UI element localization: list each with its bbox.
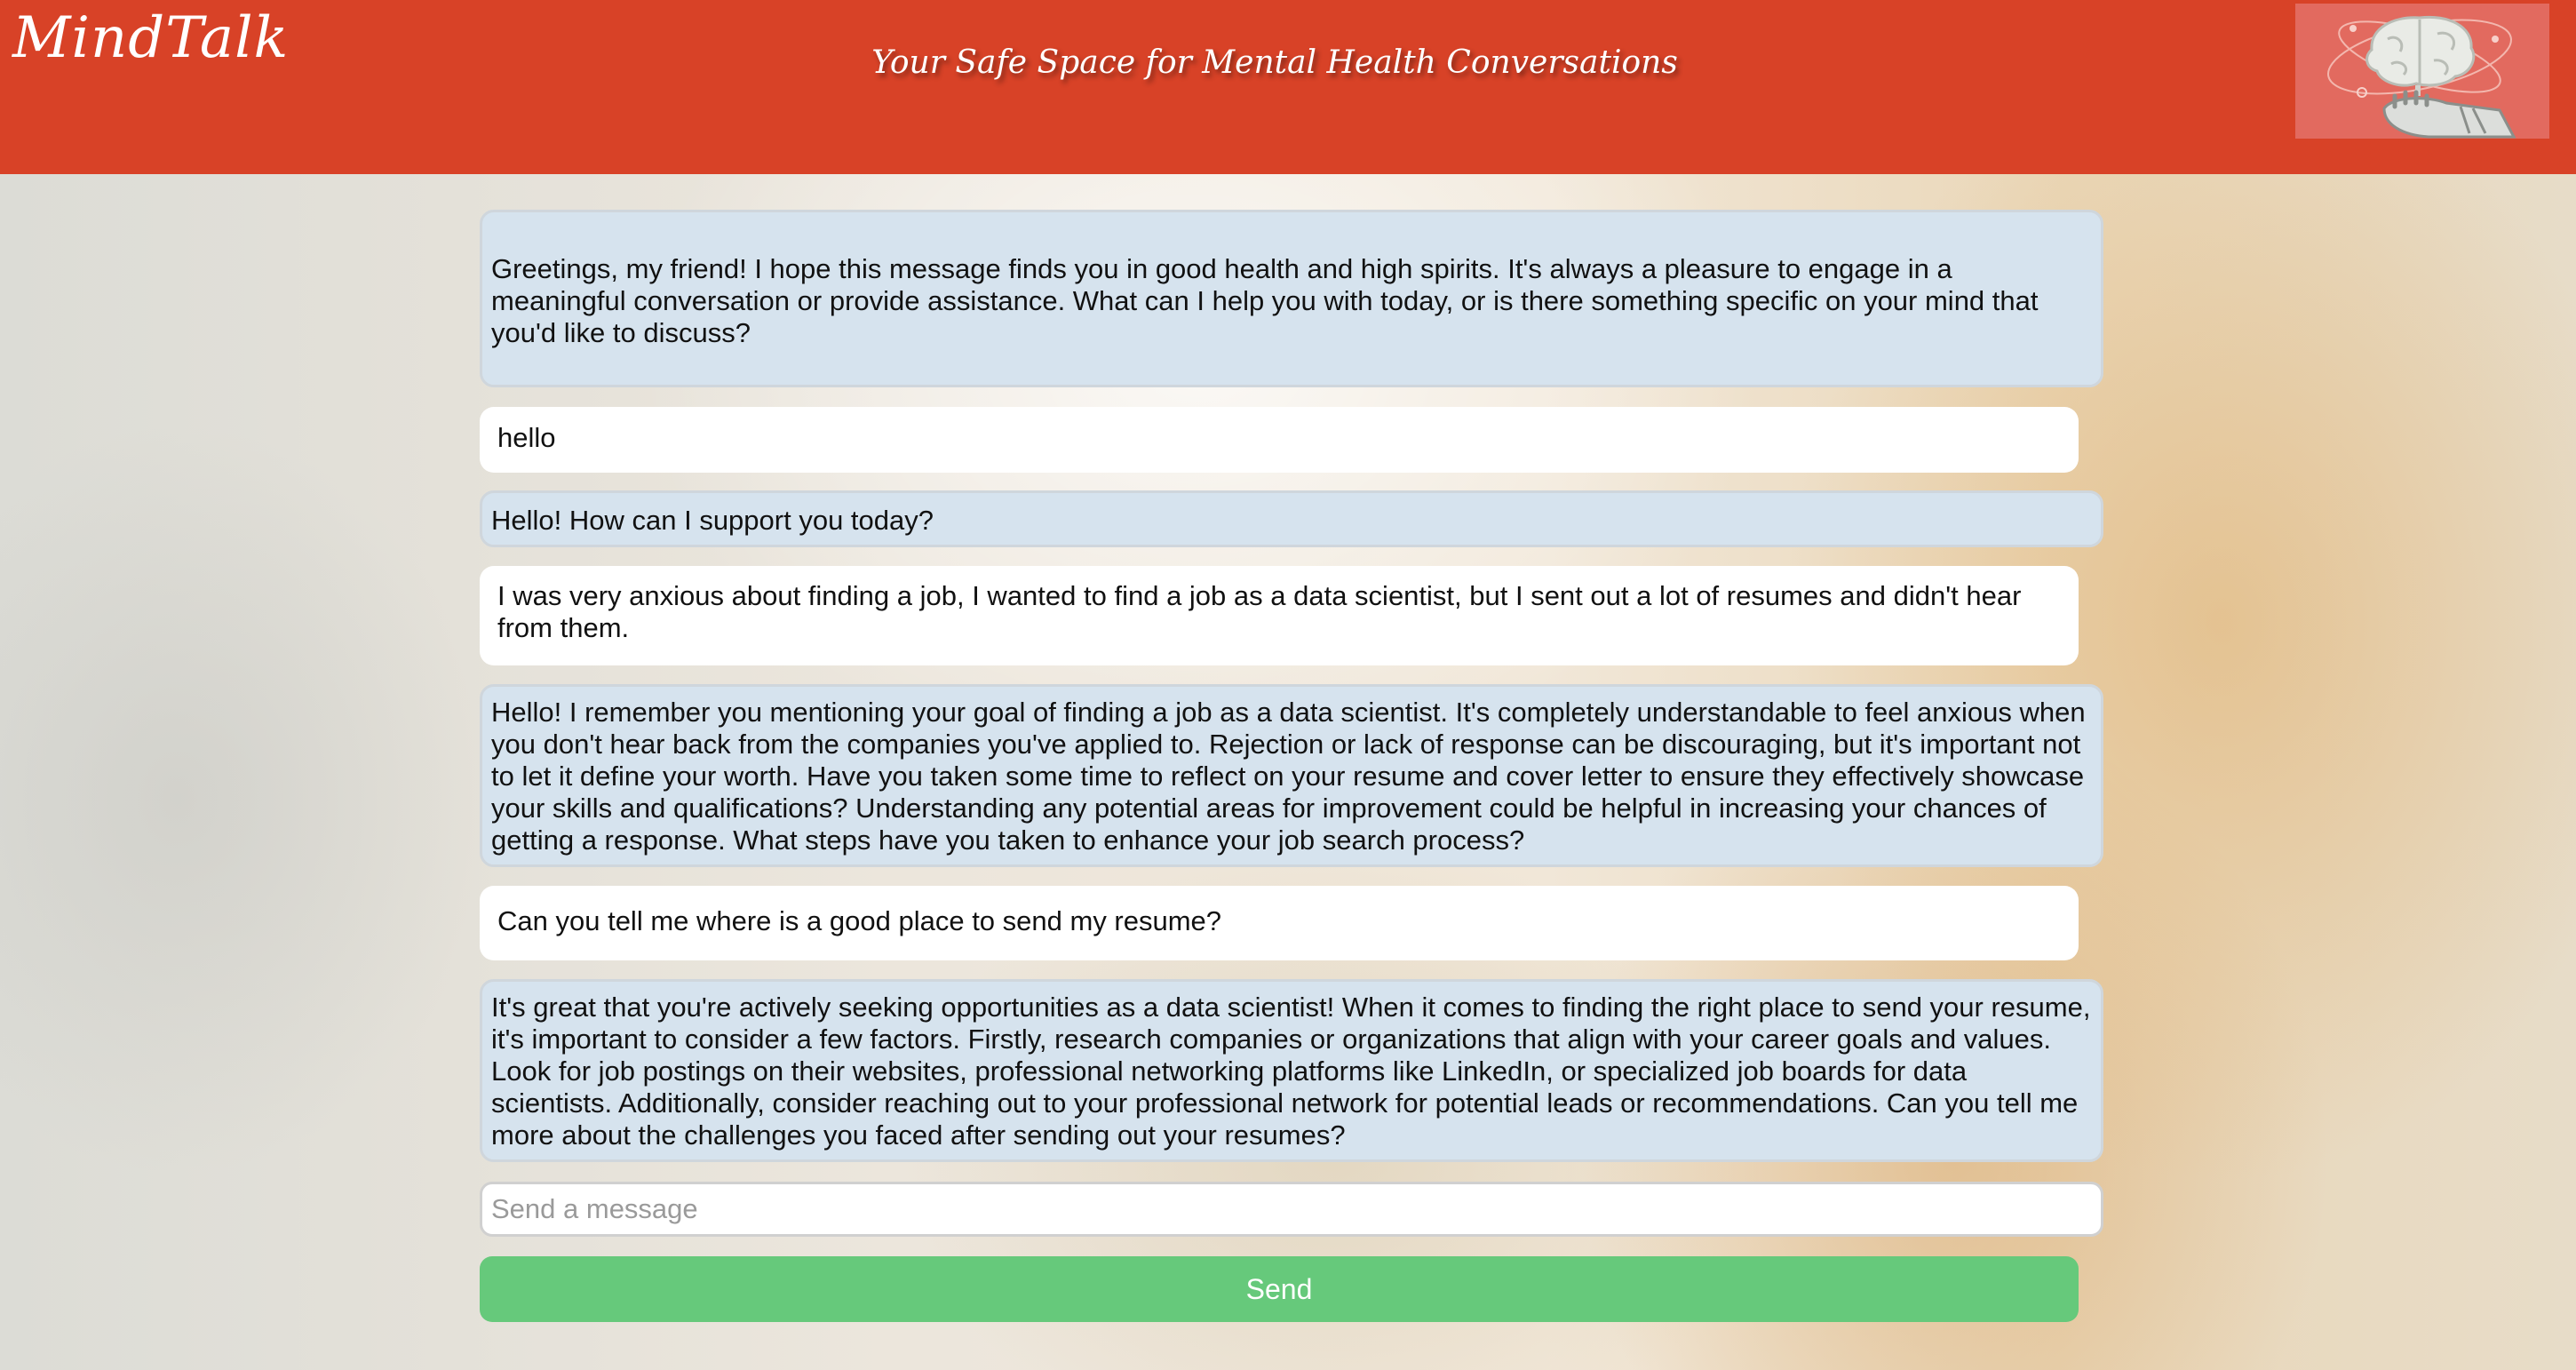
bot-message: It's great that you're actively seeking … <box>480 979 2103 1162</box>
user-message: hello <box>480 407 2079 473</box>
message-input[interactable] <box>480 1182 2103 1237</box>
bot-message: Hello! How can I support you today? <box>480 490 2103 547</box>
app-header: MindTalk Your Safe Space for Mental Heal… <box>0 0 2576 174</box>
bot-message: Hello! I remember you mentioning your go… <box>480 684 2103 867</box>
header-tagline: Your Safe Space for Mental Health Conver… <box>871 44 1678 81</box>
bot-message: Greetings, my friend! I hope this messag… <box>480 210 2103 387</box>
user-message: Can you tell me where is a good place to… <box>480 886 2079 960</box>
send-button[interactable]: Send <box>480 1256 2079 1322</box>
user-message: I was very anxious about finding a job, … <box>480 566 2079 665</box>
brain-robot-hand-icon <box>2295 4 2549 139</box>
